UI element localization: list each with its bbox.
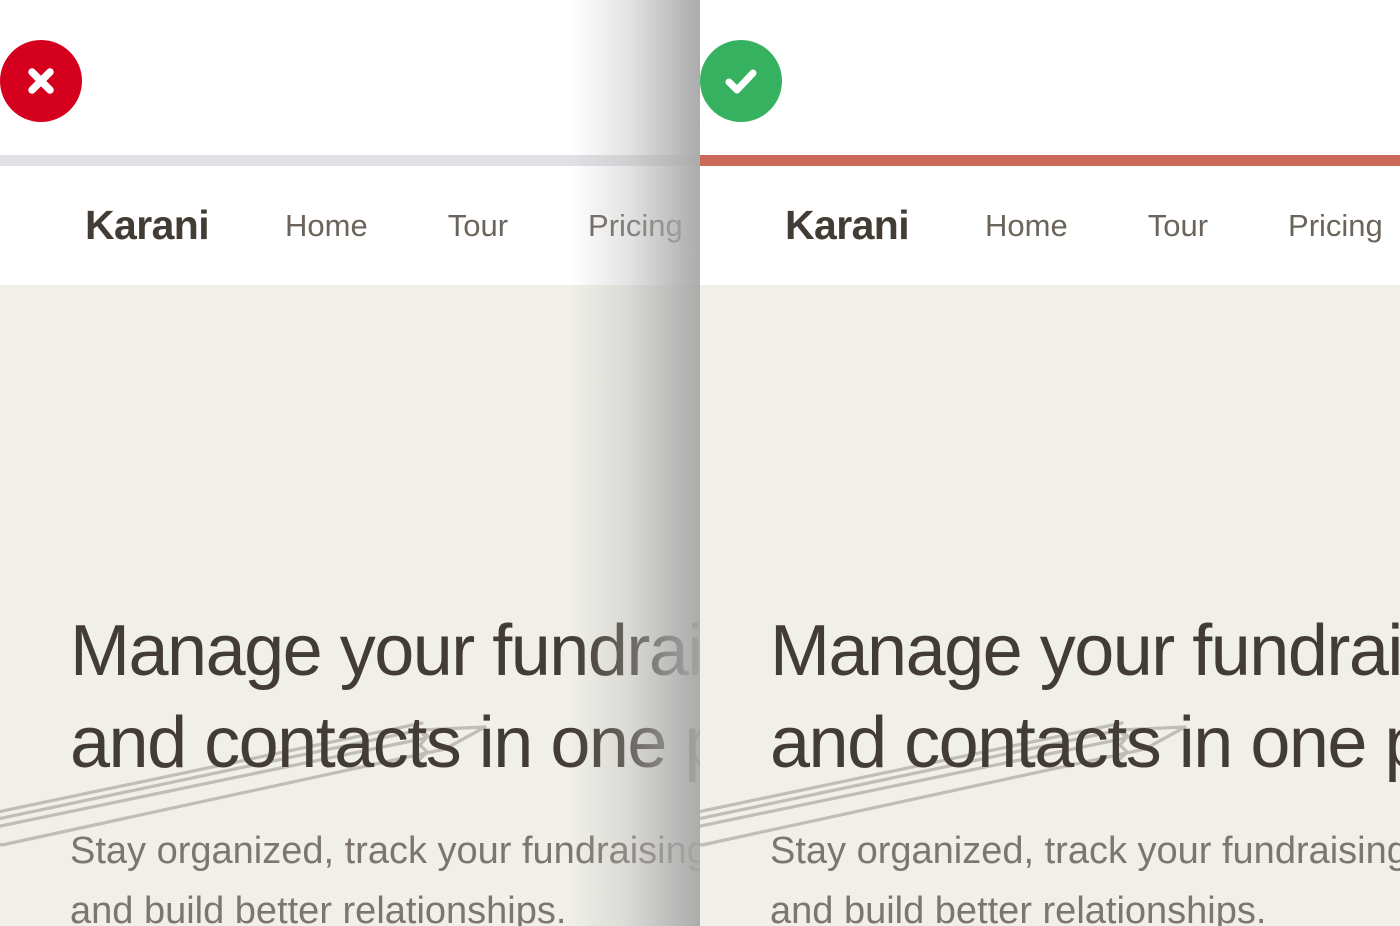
hero-section-left: Manage your fundraising and contacts in … bbox=[0, 285, 700, 926]
nav-links-right: Home Tour Pricing bbox=[985, 210, 1383, 241]
hero-copy-left: Manage your fundraising and contacts in … bbox=[70, 605, 700, 926]
nav-link-pricing-right[interactable]: Pricing bbox=[1288, 210, 1383, 241]
hero-title-line1-right: Manage your fundraising bbox=[770, 605, 1400, 697]
brand-logo-left[interactable]: Karani bbox=[85, 205, 209, 246]
nav-links-left: Home Tour Pricing bbox=[285, 210, 683, 241]
panel-top-gap-right bbox=[700, 0, 1400, 155]
hero-sub-line2-left: and build better relationships. bbox=[70, 881, 700, 926]
hero-copy-right: Manage your fundraising and contacts in … bbox=[770, 605, 1400, 926]
hero-sub-line2-right: and build better relationships. bbox=[770, 881, 1400, 926]
site-navbar-right: Karani Home Tour Pricing bbox=[700, 166, 1400, 285]
comparison-panel-approved: Karani Home Tour Pricing Manage your bbox=[700, 0, 1400, 926]
status-badge-approved bbox=[700, 40, 782, 122]
close-icon bbox=[21, 61, 61, 101]
hero-title-line1-left: Manage your fundraising bbox=[70, 605, 700, 697]
hero-title-line2-right: and contacts in one place bbox=[770, 697, 1400, 789]
nav-link-pricing-left[interactable]: Pricing bbox=[588, 210, 683, 241]
nav-link-tour-left[interactable]: Tour bbox=[448, 210, 508, 241]
page-top-accent-bar-left bbox=[0, 155, 700, 166]
hero-section-right: Manage your fundraising and contacts in … bbox=[700, 285, 1400, 926]
nav-link-tour-right[interactable]: Tour bbox=[1148, 210, 1208, 241]
nav-link-home-right[interactable]: Home bbox=[985, 210, 1068, 241]
hero-sub-line1-right: Stay organized, track your fundraising, bbox=[770, 821, 1400, 881]
hero-title-line2-left: and contacts in one place bbox=[70, 697, 700, 789]
panel-top-gap-left bbox=[0, 0, 700, 155]
status-badge-rejected bbox=[0, 40, 82, 122]
page-top-accent-bar-right bbox=[700, 155, 1400, 166]
site-navbar-left: Karani Home Tour Pricing bbox=[0, 166, 700, 285]
nav-link-home-left[interactable]: Home bbox=[285, 210, 368, 241]
hero-sub-line1-left: Stay organized, track your fundraising, bbox=[70, 821, 700, 881]
check-icon bbox=[719, 59, 763, 103]
comparison-stage: Karani Home Tour Pricing Manage your bbox=[0, 0, 1400, 926]
brand-logo-right[interactable]: Karani bbox=[785, 205, 909, 246]
comparison-panel-rejected: Karani Home Tour Pricing Manage your bbox=[0, 0, 700, 926]
